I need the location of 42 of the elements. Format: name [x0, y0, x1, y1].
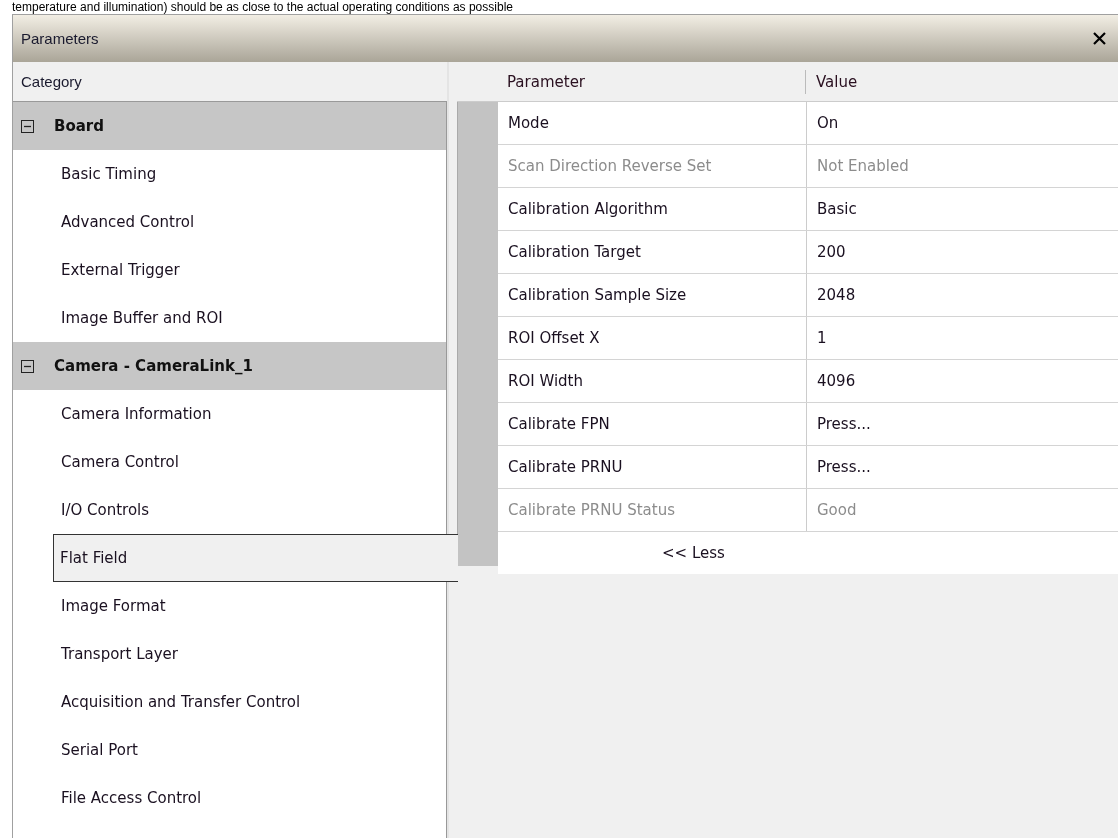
parameter-name: Scan Direction Reverse Set: [498, 145, 807, 187]
parameter-value[interactable]: Press...: [807, 403, 871, 445]
column-header: Category: [21, 73, 82, 90]
collapse-icon[interactable]: [21, 119, 34, 133]
parameter-value[interactable]: 2048: [807, 274, 856, 316]
parameter-name: ROI Offset X: [498, 317, 807, 359]
parameter-name: Calibration Sample Size: [498, 274, 807, 316]
category-item[interactable]: External Trigger: [13, 246, 446, 294]
parameter-name: Calibrate PRNU: [498, 446, 807, 488]
parameter-name: Mode: [498, 102, 807, 144]
document-text: temperature and illumination) should be as close to the actual operating conditions as possible: [11, 0, 514, 14]
less-button[interactable]: << Less: [658, 542, 729, 564]
category-item[interactable]: Camera Control: [13, 438, 446, 486]
category-item[interactable]: Camera Information: [13, 390, 446, 438]
parameter-name: Calibration Target: [498, 231, 807, 273]
category-item[interactable]: Image Format: [13, 582, 446, 630]
category-item[interactable]: Basic Timing: [13, 150, 446, 198]
parameter-name: ROI Width: [498, 360, 807, 402]
category-item[interactable]: I/O Controls: [13, 486, 446, 534]
column-header: Parameter: [497, 69, 806, 94]
parameter-value[interactable]: Basic: [807, 188, 857, 230]
parameter-value[interactable]: 4096: [807, 360, 856, 402]
category-item[interactable]: Image Buffer and ROI: [13, 294, 446, 342]
category-item[interactable]: Acquisition and Transfer Control: [13, 678, 446, 726]
category-item[interactable]: Transport Layer: [13, 630, 446, 678]
category-item[interactable]: Serial Port: [13, 726, 446, 774]
column-header: Value: [815, 71, 858, 93]
parameter-value[interactable]: 200: [807, 231, 846, 273]
category-item[interactable]: Advanced Control: [13, 198, 446, 246]
collapse-icon[interactable]: [21, 359, 34, 373]
category-item[interactable]: File Access Control: [13, 774, 446, 822]
parameter-value[interactable]: On: [807, 102, 839, 144]
parameter-value[interactable]: 1: [807, 317, 827, 359]
parameter-name: Calibrate PRNU Status: [498, 489, 807, 531]
parameter-value[interactable]: Press...: [807, 446, 871, 488]
category-group-row[interactable]: Board: [13, 102, 446, 150]
category-group-row[interactable]: Camera - CameraLink_1: [13, 342, 446, 390]
category-item[interactable]: Flat Field: [53, 534, 458, 582]
window-title: Parameters: [21, 30, 99, 47]
close-icon[interactable]: [1093, 32, 1106, 45]
parameter-name: Calibration Algorithm: [498, 188, 807, 230]
parameter-name: Calibrate FPN: [498, 403, 807, 445]
